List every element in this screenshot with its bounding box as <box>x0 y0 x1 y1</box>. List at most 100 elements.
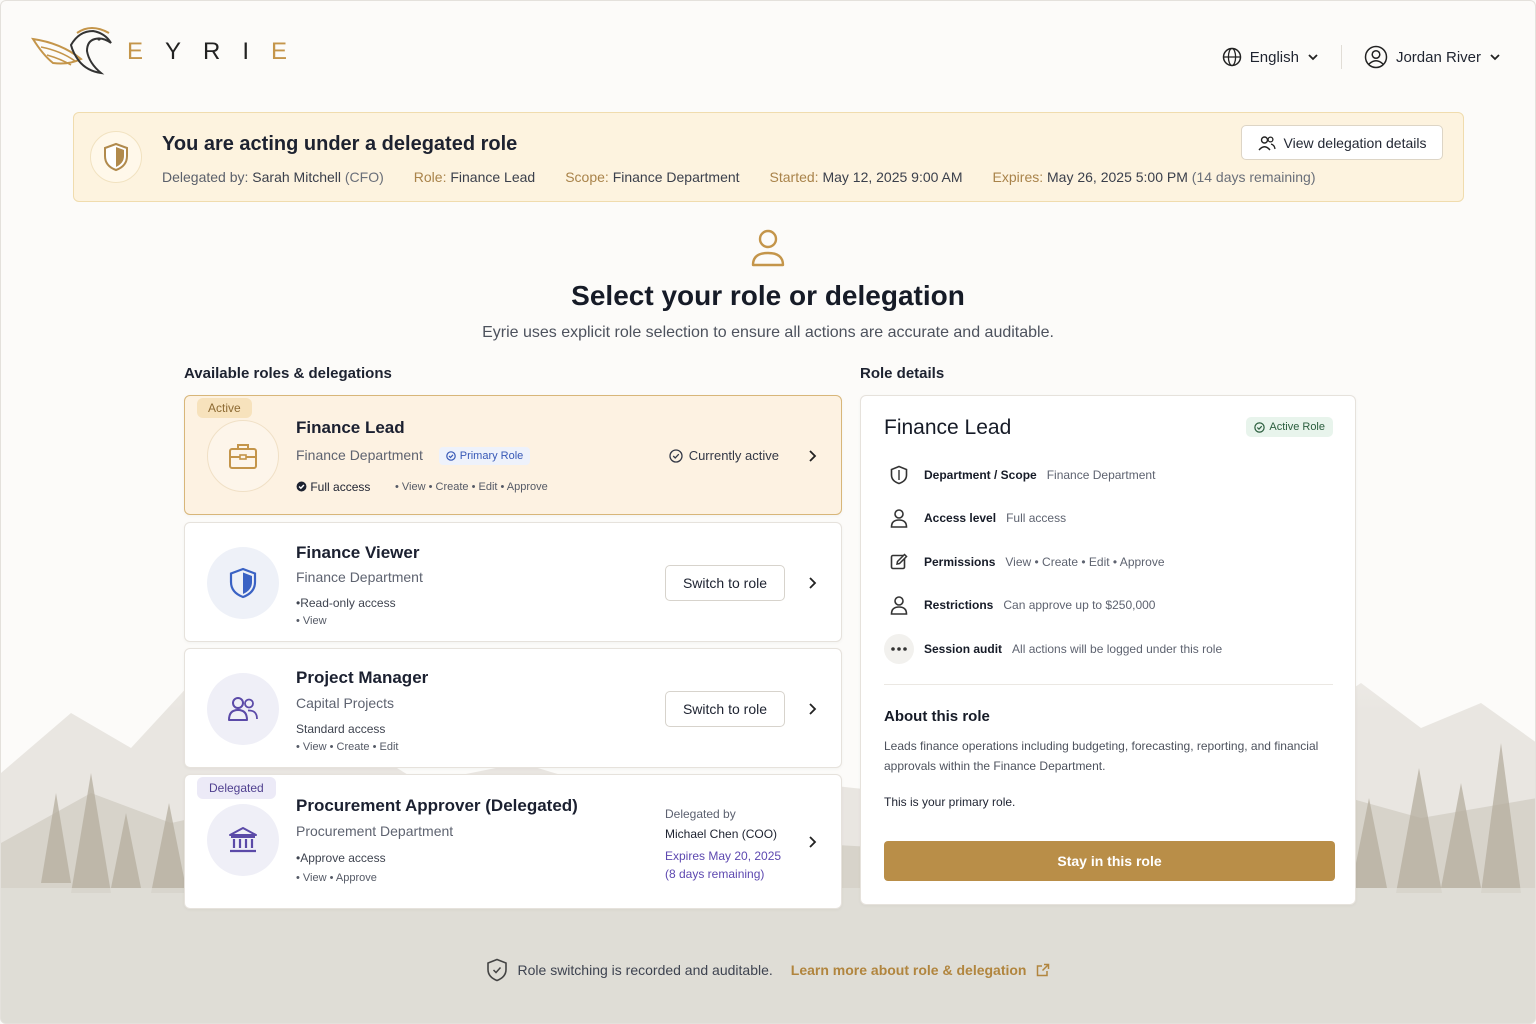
users-icon <box>228 697 258 721</box>
about-title: About this role <box>884 708 990 725</box>
globe-icon <box>1222 47 1241 67</box>
language-selector[interactable]: English <box>1222 47 1319 67</box>
details-section-label: Role details <box>860 365 945 382</box>
scope-value: Finance Department <box>612 169 740 185</box>
started-value: May 12, 2025 9:00 AM <box>822 169 963 185</box>
user-icon <box>884 590 914 620</box>
detail-row-permissions: Permissions View • Create • Edit • Appro… <box>884 547 1165 577</box>
role-card-project-manager[interactable]: Project Manager Capital Projects Standar… <box>184 648 842 768</box>
view-delegation-details-label: View delegation details <box>1283 134 1427 151</box>
delegation-info: Delegated by Michael Chen (COO) Expires … <box>665 805 781 883</box>
logo-letter-i: I <box>242 38 252 65</box>
top-header: E Y R I E English Jordan River <box>1 1 1535 111</box>
switch-to-role-button[interactable]: Switch to role <box>665 691 785 727</box>
detail-key: Access level <box>924 511 997 525</box>
shield-outline-icon <box>884 460 914 490</box>
user-icon <box>751 229 785 267</box>
chevron-right-icon[interactable] <box>805 835 819 849</box>
role-access-text: Full access <box>310 480 371 494</box>
currently-active-label: Currently active <box>688 448 779 463</box>
role-title: Project Manager <box>296 668 429 687</box>
learn-more-link[interactable]: Learn more about role & delegation <box>791 962 1051 978</box>
chevron-down-icon <box>1490 54 1500 61</box>
expires-field: Expires: May 26, 2025 5:00 PM (14 days r… <box>993 169 1316 185</box>
detail-key: Department / Scope <box>924 468 1037 482</box>
shield-check-icon <box>486 958 507 982</box>
switch-to-role-button[interactable]: Switch to role <box>665 565 785 601</box>
delegated-by-label: Delegated by: <box>162 169 249 185</box>
check-circle-icon <box>669 448 683 463</box>
logo-wordmark: E Y R I E <box>127 38 289 66</box>
scope-label: Scope: <box>565 169 609 185</box>
role-permissions: • View • Create • Edit • Approve <box>395 481 548 493</box>
check-circle-icon <box>445 451 456 462</box>
detail-value: View • Create • Edit • Approve <box>1005 555 1165 569</box>
active-role-badge: Active Role <box>1246 417 1333 437</box>
role-permissions: • View • Create • Edit <box>296 741 399 753</box>
access-badge-icon <box>296 481 307 492</box>
role-card-finance-lead[interactable]: Active Finance Lead Finance Department P… <box>184 395 842 515</box>
role-department-text: Finance Department <box>296 447 423 463</box>
delegation-expires: Expires May 20, 2025 <box>665 849 782 863</box>
role-title: Finance Viewer <box>296 543 420 562</box>
logo-letter-r: R <box>203 38 223 65</box>
role-department: Finance Department <box>296 569 423 585</box>
footer: Role switching is recorded and auditable… <box>1 958 1535 982</box>
role-icon-circle <box>207 804 279 876</box>
delegated-by-label: Delegated by <box>665 807 736 821</box>
role-icon-circle <box>207 547 279 619</box>
user-name: Jordan River <box>1395 48 1481 66</box>
page-subtitle: Eyrie uses explicit role selection to en… <box>482 324 1054 341</box>
about-text: Leads finance operations including budge… <box>884 739 1319 773</box>
page-title: Select your role or delegation <box>571 280 965 311</box>
active-tag: Active <box>197 398 252 418</box>
detail-value: Full access <box>1006 511 1067 525</box>
delegated-by-value: Michael Chen (COO) <box>665 827 778 841</box>
role-department: Finance Department Primary Role <box>296 447 531 466</box>
delegation-banner: You are acting under a delegated role De… <box>73 112 1464 202</box>
eyrie-logo[interactable]: E Y R I E <box>31 25 289 79</box>
details-title: Finance Lead <box>884 416 1012 439</box>
logo-letter-e2: E <box>271 38 290 65</box>
active-role-label: Active Role <box>1269 421 1325 433</box>
role-field: Role: Finance Lead <box>414 169 535 185</box>
role-access: •Read-only access <box>296 596 396 610</box>
role-title: Finance Lead <box>296 418 405 437</box>
detail-value: Can approve up to $250,000 <box>1003 598 1156 612</box>
role-permissions: • View <box>296 615 327 627</box>
eagle-logo-icon <box>31 27 112 75</box>
banner-title: You are acting under a delegated role <box>162 133 518 155</box>
expires-label: Expires: <box>992 169 1044 185</box>
user-menu[interactable]: Jordan River <box>1364 45 1501 69</box>
roles-section-label: Available roles & delegations <box>184 365 392 382</box>
expires-remaining: (14 days remaining) <box>1191 169 1316 185</box>
expires-value: May 26, 2025 5:00 PM <box>1047 169 1188 185</box>
chevron-right-icon[interactable] <box>805 449 819 463</box>
detail-row-session-audit: Session audit All actions will be logged… <box>884 634 1222 664</box>
role-details-panel: Finance Lead Active Role Department / Sc… <box>860 395 1356 905</box>
shield-icon <box>104 142 128 172</box>
scope-field: Scope: Finance Department <box>565 169 739 185</box>
banner-badge <box>90 131 142 183</box>
bank-icon <box>229 827 257 853</box>
view-delegation-details-button[interactable]: View delegation details <box>1241 125 1443 160</box>
logo-letter-e1: E <box>127 38 146 65</box>
stay-in-role-button[interactable]: Stay in this role <box>884 841 1335 881</box>
chevron-right-icon[interactable] <box>805 576 819 590</box>
chevron-down-icon <box>1308 54 1318 61</box>
detail-value: All actions will be logged under this ro… <box>1012 642 1223 656</box>
users-icon <box>1257 135 1276 150</box>
role-label: Role: <box>413 169 447 185</box>
role-card-procurement-approver[interactable]: Delegated Procurement Approver (Delegate… <box>184 774 842 909</box>
user-icon <box>884 503 914 533</box>
delegated-by-field: Delegated by: Sarah Mitchell (CFO) <box>162 169 384 185</box>
detail-value: Finance Department <box>1046 468 1156 482</box>
role-card-finance-viewer[interactable]: Finance Viewer Finance Department •Read-… <box>184 522 842 642</box>
more-dots-icon <box>884 634 914 664</box>
delegation-remaining: (8 days remaining) <box>665 867 765 881</box>
primary-role-note: This is your primary role. <box>884 795 1016 809</box>
primary-role-label: Primary Role <box>459 450 524 463</box>
detail-row-access: Access level Full access <box>884 503 1066 533</box>
detail-row-restrictions: Restrictions Can approve up to $250,000 <box>884 590 1155 620</box>
chevron-right-icon[interactable] <box>805 702 819 716</box>
